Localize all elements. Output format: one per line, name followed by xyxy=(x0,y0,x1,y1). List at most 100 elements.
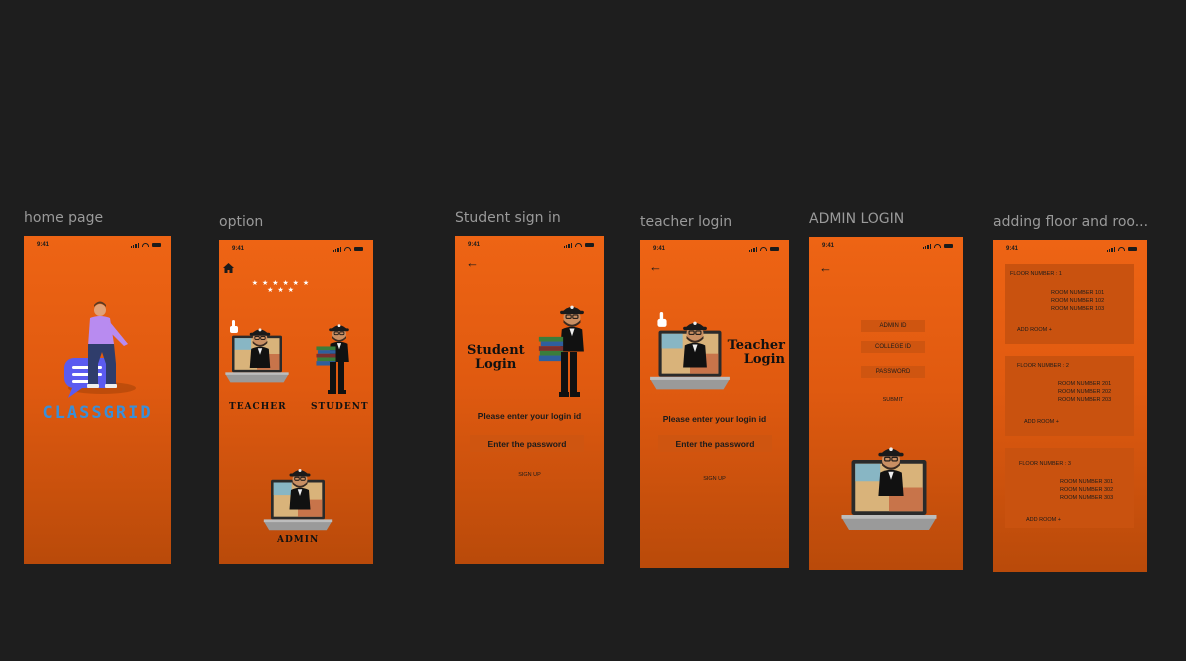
room-item[interactable]: ROOM NUMBER 302 xyxy=(1060,487,1113,493)
room-item[interactable]: ROOM NUMBER 102 xyxy=(1051,298,1104,304)
status-bar: 9:41 xyxy=(809,243,963,253)
home-screen: 9:41 CLASSGRID xyxy=(24,236,171,564)
password-input[interactable]: PASSWORD xyxy=(861,366,925,378)
teacher-illustration xyxy=(648,312,732,392)
title-line-2: Login xyxy=(475,356,517,372)
admin-login-screen: 9:41 ← ADMIN ID COLLEGE ID PASSWORD SUBM… xyxy=(809,237,963,570)
room-item[interactable]: ROOM NUMBER 101 xyxy=(1051,290,1104,296)
status-time: 9:41 xyxy=(822,243,835,249)
battery-icon xyxy=(585,242,594,248)
status-bar: 9:41 xyxy=(455,242,604,252)
admin-illustration xyxy=(839,441,939,535)
student-legs xyxy=(328,362,346,394)
room-item[interactable]: ROOM NUMBER 202 xyxy=(1058,389,1111,395)
battery-icon xyxy=(152,242,161,248)
signal-icon xyxy=(332,246,341,252)
password-input[interactable]: Enter the password xyxy=(658,435,772,452)
admin-avatar xyxy=(285,464,315,510)
title-line-1: Student xyxy=(467,343,525,358)
title-line-2: Login xyxy=(743,351,785,367)
floor-title: FLOOR NUMBER : 2 xyxy=(1017,363,1069,369)
floor-card: FLOOR NUMBER : 1 ROOM NUMBER 101 ROOM NU… xyxy=(1005,264,1134,344)
student-option-label[interactable]: STUDENT xyxy=(311,402,369,412)
pointing-hand-icon xyxy=(657,312,667,327)
wifi-icon xyxy=(760,247,767,251)
page-title: Teacher Login xyxy=(728,339,785,366)
wifi-icon xyxy=(142,243,149,247)
teacher-avatar xyxy=(678,316,712,368)
signup-link[interactable]: SIGN UP xyxy=(640,476,789,482)
signal-icon xyxy=(1106,246,1115,252)
battery-icon xyxy=(770,246,779,252)
option-screen: 9:41 ★ ★ ★ ★ ★ ★ ★ ★ ★ TEACHER STUDENT A… xyxy=(219,240,373,564)
teacher-avatar xyxy=(245,324,275,368)
teacher-option[interactable] xyxy=(223,320,291,386)
add-room-button[interactable]: ADD ROOM + xyxy=(1017,327,1052,333)
room-item[interactable]: ROOM NUMBER 203 xyxy=(1058,397,1111,403)
submit-button[interactable]: SUBMIT xyxy=(861,397,925,403)
floors-screen: 9:41 FLOOR NUMBER : 1 ROOM NUMBER 101 RO… xyxy=(993,240,1147,572)
signal-icon xyxy=(922,243,931,249)
add-room-button[interactable]: ADD ROOM + xyxy=(1026,517,1061,523)
admin-option-label[interactable]: ADMIN xyxy=(277,535,319,545)
college-id-input[interactable]: COLLEGE ID xyxy=(861,341,925,353)
back-arrow-icon[interactable]: ← xyxy=(819,261,832,274)
add-room-button[interactable]: ADD ROOM + xyxy=(1024,419,1059,425)
home-icon[interactable] xyxy=(223,263,234,273)
wifi-icon xyxy=(1118,247,1125,251)
signal-icon xyxy=(130,242,139,248)
status-time: 9:41 xyxy=(232,246,245,252)
person-sitting-illustration xyxy=(64,301,136,398)
frame-label-floors[interactable]: adding floor and roo... xyxy=(993,214,1148,230)
wifi-icon xyxy=(575,243,582,247)
admin-option[interactable] xyxy=(261,464,335,530)
student-legs xyxy=(559,352,580,397)
frame-label-teacher[interactable]: teacher login xyxy=(640,214,732,230)
wifi-icon xyxy=(344,247,351,251)
admin-avatar xyxy=(873,441,909,497)
floor-title: FLOOR NUMBER : 3 xyxy=(1019,461,1071,467)
floor-card: FLOOR NUMBER : 2 ROOM NUMBER 201 ROOM NU… xyxy=(1005,356,1134,436)
pointing-hand-icon xyxy=(230,320,238,333)
wifi-icon xyxy=(934,244,941,248)
status-bar: 9:41 xyxy=(24,242,171,252)
floor-card: FLOOR NUMBER : 3 ROOM NUMBER 301 ROOM NU… xyxy=(1005,448,1134,528)
teacher-option-label[interactable]: TEACHER xyxy=(229,402,287,412)
login-id-input[interactable]: Please enter your login id xyxy=(640,414,789,424)
signal-icon xyxy=(748,246,757,252)
status-time: 9:41 xyxy=(468,242,481,248)
room-item[interactable]: ROOM NUMBER 103 xyxy=(1051,306,1104,312)
admin-id-input[interactable]: ADMIN ID xyxy=(861,320,925,332)
stars-decoration: ★ ★ ★ ★ ★ ★ ★ ★ ★ xyxy=(251,280,311,294)
page-title: Student Login xyxy=(467,344,525,371)
back-arrow-icon[interactable]: ← xyxy=(466,256,479,269)
student-illustration xyxy=(537,300,589,400)
status-bar: 9:41 xyxy=(993,246,1147,256)
signal-icon xyxy=(563,242,572,248)
signup-link[interactable]: SIGN UP xyxy=(455,472,604,478)
frame-label-option[interactable]: option xyxy=(219,214,263,230)
room-item[interactable]: ROOM NUMBER 201 xyxy=(1058,381,1111,387)
battery-icon xyxy=(1128,246,1137,252)
frame-label-student[interactable]: Student sign in xyxy=(455,210,561,226)
status-time: 9:41 xyxy=(37,242,50,248)
student-option[interactable] xyxy=(315,320,357,396)
login-id-input[interactable]: Please enter your login id xyxy=(455,411,604,421)
student-login-screen: 9:41 ← Student Login Please enter your l… xyxy=(455,236,604,564)
floor-title: FLOOR NUMBER : 1 xyxy=(1010,271,1062,277)
frame-label-home[interactable]: home page xyxy=(24,210,103,226)
status-time: 9:41 xyxy=(653,246,666,252)
battery-icon xyxy=(944,243,953,249)
back-arrow-icon[interactable]: ← xyxy=(649,260,662,273)
status-bar: 9:41 xyxy=(640,246,789,256)
title-line-1: Teacher xyxy=(727,338,785,353)
teacher-login-screen: 9:41 ← Teacher Login Please enter your l… xyxy=(640,240,789,568)
status-bar: 9:41 xyxy=(219,246,373,256)
room-item[interactable]: ROOM NUMBER 303 xyxy=(1060,495,1113,501)
brand-logo: CLASSGRID xyxy=(42,403,153,423)
room-item[interactable]: ROOM NUMBER 301 xyxy=(1060,479,1113,485)
status-time: 9:41 xyxy=(1006,246,1019,252)
password-input[interactable]: Enter the password xyxy=(470,435,584,452)
frame-label-admin[interactable]: ADMIN LOGIN xyxy=(809,211,904,227)
battery-icon xyxy=(354,246,363,252)
